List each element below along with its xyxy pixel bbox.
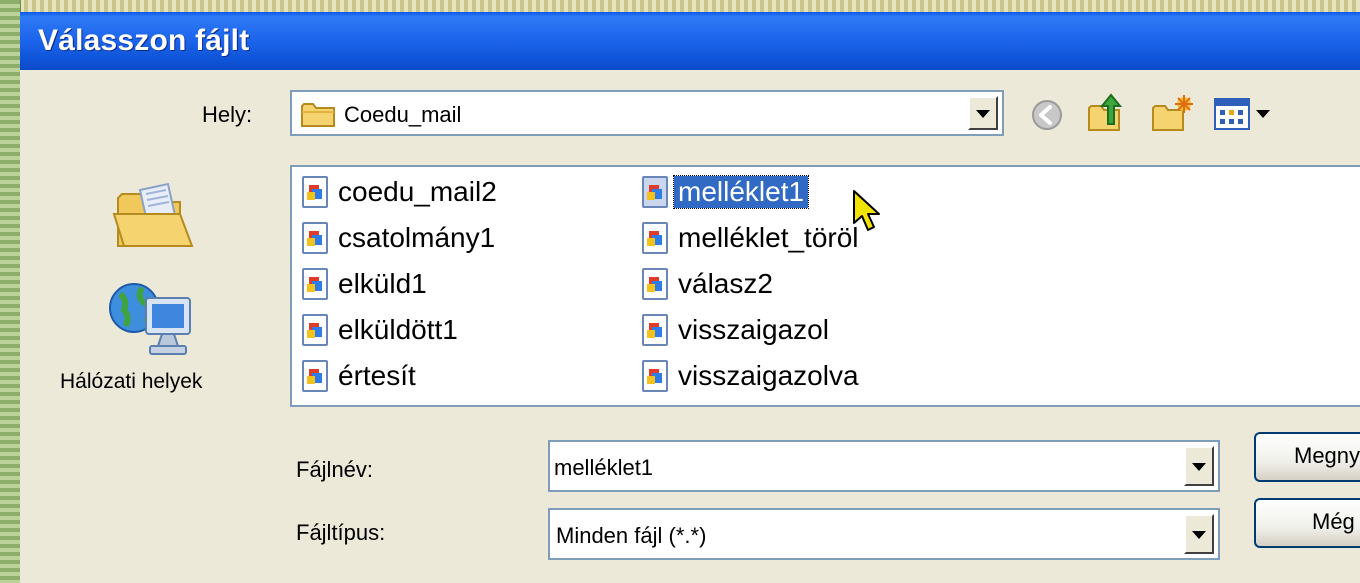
open-button[interactable]: Megny [1254, 432, 1360, 482]
mouse-cursor-icon [853, 190, 880, 231]
file-icon [642, 314, 668, 346]
file-name: elküld1 [338, 268, 427, 299]
file-item[interactable]: visszaigazolva [642, 359, 863, 393]
cancel-button[interactable]: Még [1254, 498, 1360, 548]
file-icon [302, 222, 328, 254]
file-name: melléklet1 [672, 175, 810, 209]
location-label: Hely: [202, 102, 253, 127]
filename-input[interactable]: melléklet1 [548, 440, 1220, 492]
new-folder-icon[interactable] [1150, 94, 1194, 134]
file-name: értesít [338, 360, 416, 391]
open-button-label: Megny [1294, 443, 1360, 468]
location-value: Coedu_mail [344, 102, 462, 127]
filetype-select[interactable]: Minden fájl (*.*) [548, 508, 1220, 560]
places-bar: Hálózati helyek [60, 170, 300, 470]
location-dropdown-button[interactable] [968, 96, 998, 130]
network-places-label[interactable]: Hálózati helyek [60, 370, 300, 394]
filename-dropdown-button[interactable] [1184, 446, 1214, 486]
file-icon [302, 314, 328, 346]
file-item[interactable]: elküldött1 [302, 313, 462, 347]
file-icon [302, 176, 328, 208]
cancel-button-label: Még [1312, 509, 1355, 534]
file-item[interactable]: csatolmány1 [302, 221, 499, 255]
file-name: visszaigazolva [678, 360, 859, 391]
view-menu-icon[interactable] [1212, 94, 1284, 134]
file-item[interactable]: coedu_mail2 [302, 175, 501, 209]
network-places-icon[interactable] [106, 276, 198, 360]
filename-value[interactable]: melléklet1 [554, 455, 653, 481]
file-item[interactable]: válasz2 [642, 267, 777, 301]
file-item[interactable]: értesít [302, 359, 420, 393]
file-icon [642, 360, 668, 392]
filetype-label: Fájltípus: [296, 520, 386, 545]
filetype-value: Minden fájl (*.*) [556, 523, 707, 548]
back-icon[interactable] [1030, 98, 1064, 132]
open-folder-icon[interactable] [110, 180, 196, 256]
file-icon [302, 360, 328, 392]
window-title: Válasszon fájlt [38, 24, 250, 57]
filename-label: Fájlnév: [296, 457, 374, 482]
file-name: csatolmány1 [338, 222, 496, 253]
file-list[interactable]: coedu_mail2 csatolmány1 elküld1 elküldöt… [290, 165, 1360, 407]
location-combo[interactable]: Coedu_mail [290, 90, 1004, 136]
file-icon [302, 268, 328, 300]
file-open-dialog: Hely: Coedu_mail Hálózati helyek coedu_m… [20, 70, 1360, 583]
file-name: válasz2 [678, 268, 773, 299]
file-item[interactable]: elküld1 [302, 267, 431, 301]
filetype-dropdown-button[interactable] [1184, 514, 1214, 554]
file-name: coedu_mail2 [338, 176, 497, 207]
file-icon [642, 176, 668, 208]
file-name: melléklet_töröl [678, 222, 859, 253]
file-icon [642, 222, 668, 254]
file-item-selected[interactable]: melléklet1 [642, 175, 810, 209]
window-frame-top [0, 0, 1360, 12]
file-item[interactable]: melléklet_töröl [642, 221, 863, 255]
file-name: elküldött1 [338, 314, 458, 345]
title-bar[interactable]: Válasszon fájlt [20, 12, 1360, 70]
file-name: visszaigazol [678, 314, 829, 345]
file-icon [642, 268, 668, 300]
up-folder-icon[interactable] [1086, 92, 1126, 134]
file-item[interactable]: visszaigazol [642, 313, 833, 347]
window-frame-left [0, 0, 21, 583]
folder-icon [301, 103, 335, 127]
